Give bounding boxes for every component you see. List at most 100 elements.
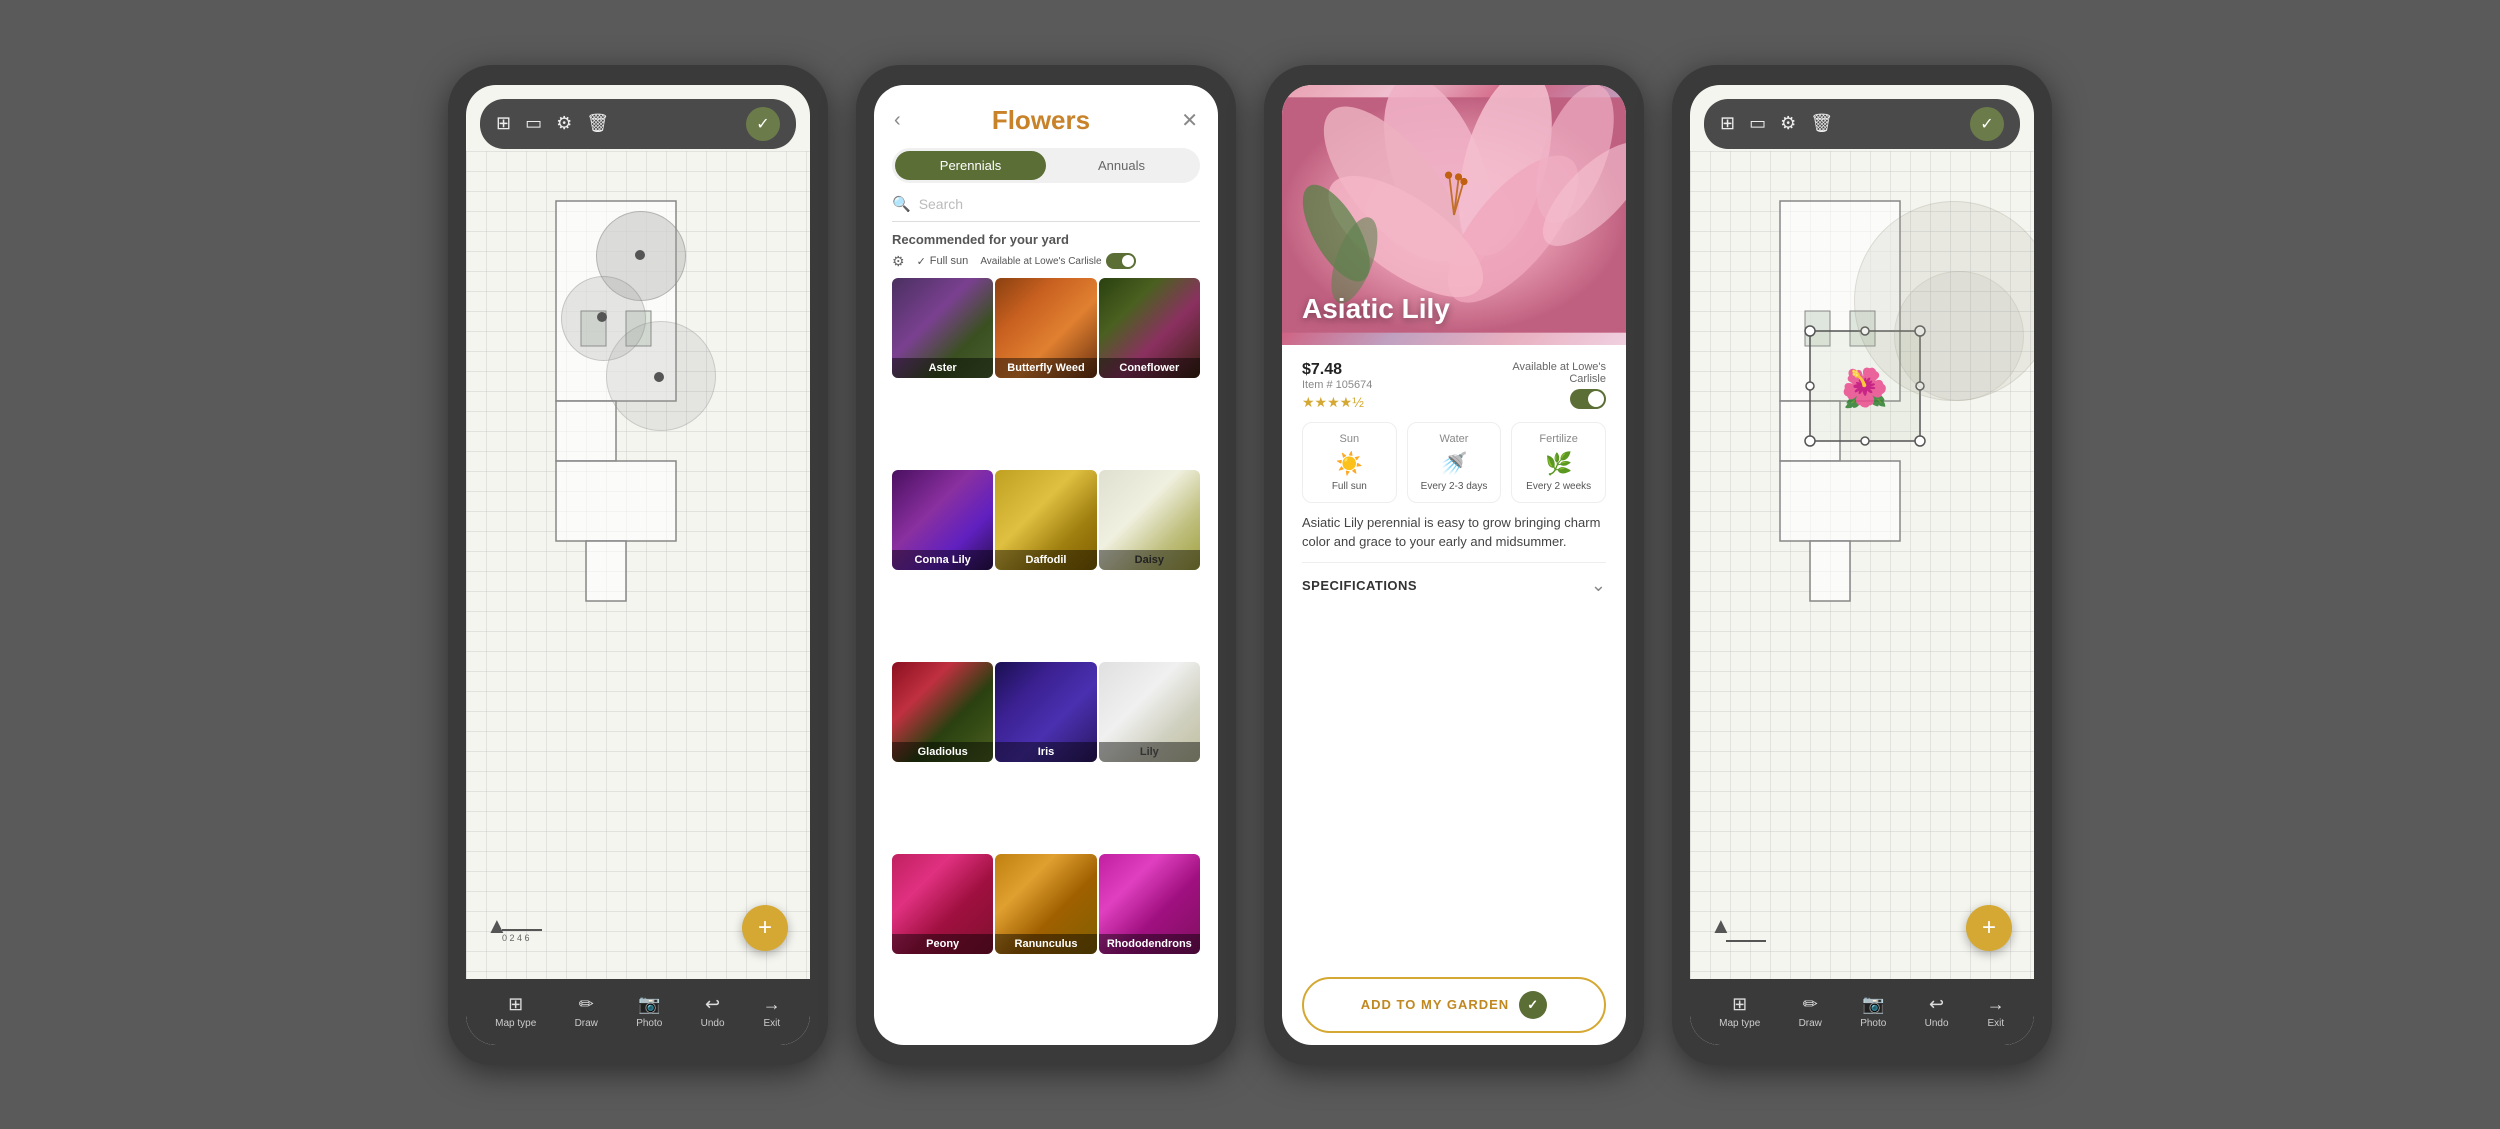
search-icon: 🔍	[892, 195, 911, 213]
map2-bottom-nav: ⊞ Map type ✏ Draw 📷 Photo ↩ Undo → Exit	[1690, 979, 2034, 1045]
flower-label-coneflower: Coneflower	[1099, 358, 1200, 378]
sun-label: Full sun	[930, 255, 969, 267]
tab-annuals[interactable]: Annuals	[1046, 151, 1197, 180]
sliders-icon[interactable]: ⚙	[556, 113, 572, 134]
price-row: $7.48 Item # 105674 ★★★★½ Available at L…	[1302, 361, 1606, 412]
flower-label-gladiolus: Gladiolus	[892, 742, 993, 762]
nav-photo[interactable]: 📷 Photo	[636, 994, 662, 1029]
map2-undo-icon: ↩	[1929, 994, 1944, 1015]
plant-hero-image: Asiatic Lily	[1282, 85, 1626, 345]
trash-icon[interactable]: 🗑	[586, 113, 609, 134]
map2-scale	[1726, 940, 1766, 944]
map2-trash-icon[interactable]: 🗑	[1810, 113, 1833, 134]
flower-label-peony: Peony	[892, 934, 993, 954]
nav-label-undo: Undo	[701, 1018, 725, 1029]
plant-info-section: $7.48 Item # 105674 ★★★★½ Available at L…	[1282, 345, 1626, 965]
map-toolbar: ⊞ ▭ ⚙ 🗑 ✓	[480, 99, 796, 149]
undo-icon: ↩	[705, 994, 720, 1015]
care-fertilize-title: Fertilize	[1520, 433, 1597, 445]
phone-icon[interactable]: ▭	[525, 113, 542, 134]
care-fertilize: Fertilize 🌿 Every 2 weeks	[1511, 422, 1606, 503]
plant-description: Asiatic Lily perennial is easy to grow b…	[1302, 513, 1606, 552]
flower-item-conna[interactable]: Conna Lily	[892, 470, 993, 570]
screen-map2: ⊞ ▭ ⚙ 🗑 ✓	[1690, 85, 2034, 1045]
map2-nav-photo[interactable]: 📷 Photo	[1860, 994, 1886, 1029]
specs-label: SPECIFICATIONS	[1302, 578, 1417, 593]
phone-4: ⊞ ▭ ⚙ 🗑 ✓	[1672, 65, 2052, 1065]
back-button[interactable]: ‹	[894, 109, 901, 132]
care-fertilize-value: Every 2 weeks	[1520, 481, 1597, 492]
nav-map-type[interactable]: ⊞ Map type	[495, 994, 536, 1029]
add-fab-button[interactable]: +	[742, 905, 788, 951]
sun-filter: ✓ Full sun	[917, 255, 969, 268]
nav-draw[interactable]: ✏ Draw	[575, 994, 598, 1029]
layers-icon[interactable]: ⊞	[496, 113, 511, 134]
flower-item-daffodil[interactable]: Daffodil	[995, 470, 1096, 570]
map2-nav-map-type[interactable]: ⊞ Map type	[1719, 994, 1760, 1029]
nav-exit[interactable]: → Exit	[763, 994, 781, 1029]
flower-item-ranunculus[interactable]: Ranunculus	[995, 854, 1096, 954]
plant-dot-3	[654, 372, 664, 382]
flower-item-iris[interactable]: Iris	[995, 662, 1096, 762]
map2-nav-draw[interactable]: ✏ Draw	[1799, 994, 1822, 1029]
flower-item-lily[interactable]: Lily	[1099, 662, 1200, 762]
tab-bar: Perennials Annuals	[892, 148, 1200, 183]
map2-nav-undo[interactable]: ↩ Undo	[1925, 994, 1949, 1029]
flower-item-coneflower[interactable]: Coneflower	[1099, 278, 1200, 378]
nav-undo[interactable]: ↩ Undo	[701, 994, 725, 1029]
add-to-garden-button[interactable]: ADD TO MY GARDEN ✓	[1302, 977, 1606, 1033]
flower-label-rhodo: Rhododendrons	[1099, 934, 1200, 954]
add-btn-check-icon: ✓	[1519, 991, 1547, 1019]
flowers-title: Flowers	[992, 105, 1090, 136]
nav-label-photo: Photo	[636, 1018, 662, 1029]
nav-label-map-type: Map type	[495, 1018, 536, 1029]
flower-item-rhodo[interactable]: Rhododendrons	[1099, 854, 1200, 954]
store-filter: Available at Lowe's Carlisle	[980, 253, 1135, 269]
flower-item-aster[interactable]: Aster	[892, 278, 993, 378]
flower-item-butterfly[interactable]: Butterfly Weed	[995, 278, 1096, 378]
recommended-section: Recommended for your yard	[874, 232, 1218, 253]
flower-label-lily: Lily	[1099, 742, 1200, 762]
map2-add-fab[interactable]: +	[1966, 905, 2012, 951]
map2-layers-icon[interactable]: ⊞	[1720, 113, 1735, 134]
plant-name-hero: Asiatic Lily	[1302, 293, 1450, 325]
search-bar: 🔍 Search	[892, 195, 1200, 222]
filter-row: ⚙ ✓ Full sun Available at Lowe's Carlisl…	[874, 253, 1218, 278]
bg-circle-2	[1894, 271, 2024, 401]
flower-label-ranunculus: Ranunculus	[995, 934, 1096, 954]
flower-label-daisy: Daisy	[1099, 550, 1200, 570]
map2-phone-icon[interactable]: ▭	[1749, 113, 1766, 134]
screen-detail: Asiatic Lily $7.48 Item # 105674 ★★★★½ A…	[1282, 85, 1626, 1045]
price-block: $7.48 Item # 105674 ★★★★½	[1302, 361, 1372, 411]
care-water-icon: 🚿	[1416, 451, 1493, 477]
plant-dot-2	[597, 312, 607, 322]
map2-grid: 🌺 ▲ +	[1690, 151, 2034, 979]
draw-icon: ✏	[579, 994, 594, 1015]
map2-confirm-button[interactable]: ✓	[1970, 107, 2004, 141]
tab-perennials[interactable]: Perennials	[895, 151, 1046, 180]
search-input[interactable]: Search	[919, 196, 963, 212]
screen-map: ⊞ ▭ ⚙ 🗑 ✓	[466, 85, 810, 1045]
flower-item-daisy[interactable]: Daisy	[1099, 470, 1200, 570]
plant-dot-1	[635, 250, 645, 260]
map2-toolbar-left: ⊞ ▭ ⚙ 🗑	[1720, 113, 1833, 134]
flower-item-gladiolus[interactable]: Gladiolus	[892, 662, 993, 762]
map2-nav-exit[interactable]: → Exit	[1987, 994, 2005, 1029]
map2-nav-label-draw: Draw	[1799, 1018, 1822, 1029]
map2-sliders-icon[interactable]: ⚙	[1780, 113, 1796, 134]
screen-flowers: ‹ Flowers ✕ Perennials Annuals 🔍 Search …	[874, 85, 1218, 1045]
availability-block: Available at Lowe's Carlisle	[1512, 361, 1606, 412]
flower-item-peony[interactable]: Peony	[892, 854, 993, 954]
store-toggle[interactable]	[1106, 253, 1136, 269]
availability-toggle[interactable]	[1570, 389, 1606, 409]
bottom-nav-bar: ⊞ Map type ✏ Draw 📷 Photo ↩ Undo → Exit	[466, 979, 810, 1045]
close-button[interactable]: ✕	[1181, 108, 1198, 133]
scale-bar: 0 2 4 6	[502, 929, 542, 944]
filter-icon[interactable]: ⚙	[892, 253, 905, 270]
map2-map-type-icon: ⊞	[1732, 994, 1747, 1015]
specs-row[interactable]: SPECIFICATIONS ⌄	[1302, 562, 1606, 596]
phone-3: Asiatic Lily $7.48 Item # 105674 ★★★★½ A…	[1264, 65, 1644, 1065]
store-label: Available at Lowe's Carlisle	[980, 256, 1101, 267]
confirm-button[interactable]: ✓	[746, 107, 780, 141]
flowers-grid: Aster Butterfly Weed Coneflower Conna Li…	[874, 278, 1218, 1045]
